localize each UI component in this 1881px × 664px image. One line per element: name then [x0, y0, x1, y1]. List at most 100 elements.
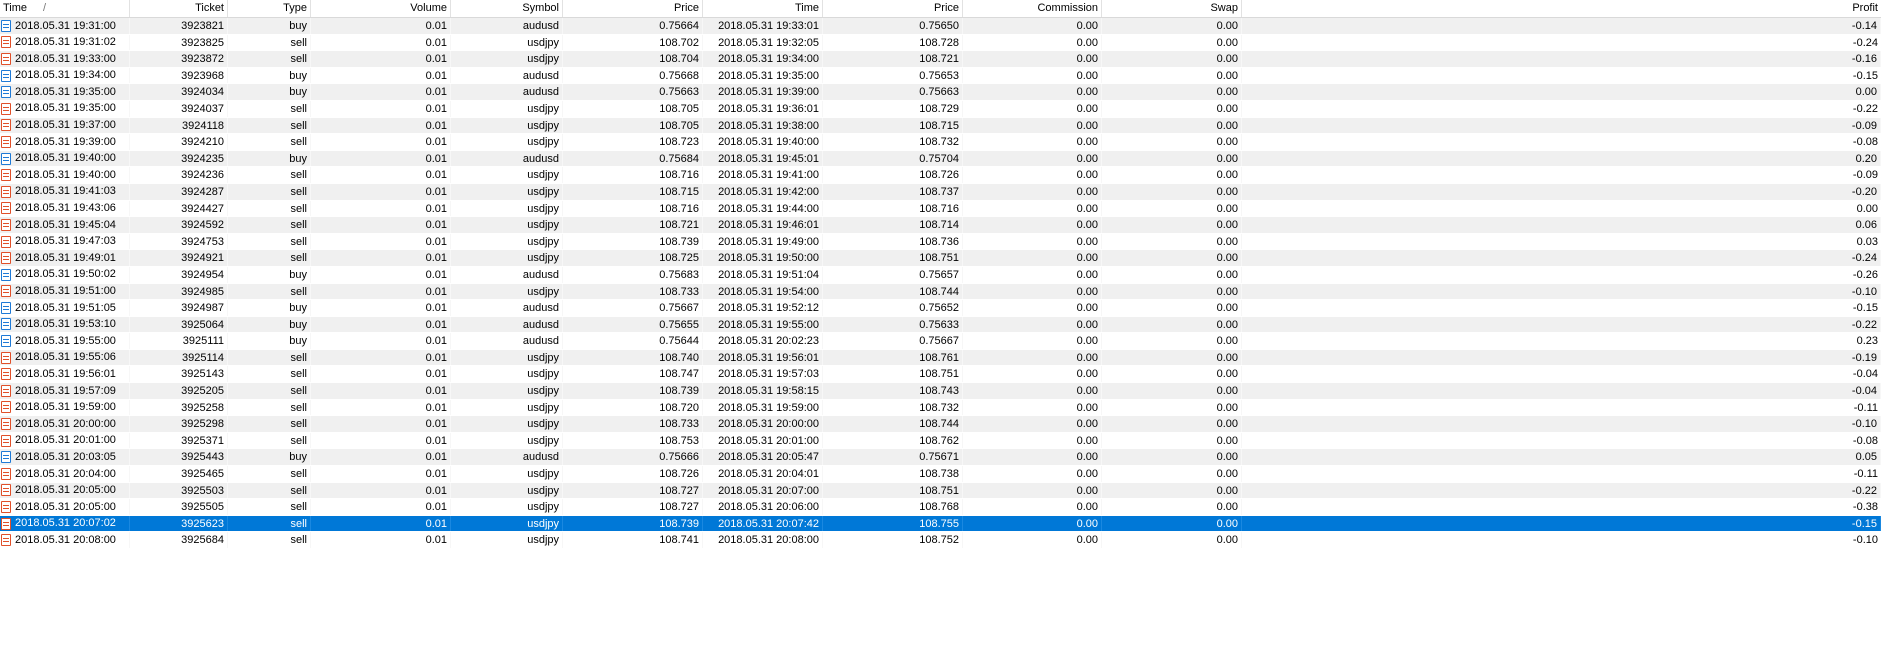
column-header-symbol[interactable]: Symbol: [451, 0, 563, 17]
volume-cell: 0.01: [311, 466, 451, 482]
commission-cell: 0.00: [963, 383, 1102, 399]
commission-cell: 0.00: [963, 150, 1102, 167]
column-header-ticket[interactable]: Ticket: [130, 0, 228, 17]
ticket-cell: 3924034: [130, 84, 228, 100]
table-row[interactable]: 2018.05.31 20:03:05 3925443 buy 0.01 audusd 0…: [0, 449, 1881, 467]
column-header-open-price[interactable]: Price: [563, 0, 703, 17]
table-row[interactable]: 2018.05.31 20:05:00 3925505 sell 0.01 usdjpy…: [0, 499, 1881, 516]
ticket-cell: 3925298: [130, 416, 228, 432]
commission-cell: 0.00: [963, 117, 1102, 134]
table-row[interactable]: 2018.05.31 19:57:09 3925205 sell 0.01 usdjpy…: [0, 383, 1881, 400]
commission-cell: 0.00: [963, 100, 1102, 117]
symbol-cell: usdjpy: [451, 515, 563, 532]
close-time-cell: 2018.05.31 19:50:00: [703, 250, 823, 266]
symbol-cell: usdjpy: [451, 482, 563, 499]
table-row[interactable]: 2018.05.31 19:43:06 3924427 sell 0.01 usdjpy…: [0, 200, 1881, 218]
volume-cell: 0.01: [311, 18, 451, 34]
volume-cell: 0.01: [311, 266, 451, 283]
close-time-cell: 2018.05.31 20:05:47: [703, 449, 823, 466]
profit-cell: -0.10: [1852, 534, 1878, 547]
table-row[interactable]: 2018.05.31 19:40:00 3924236 sell 0.01 usdjpy…: [0, 167, 1881, 184]
volume-cell: 0.01: [311, 349, 451, 366]
table-row[interactable]: 2018.05.31 19:51:00 3924985 sell 0.01 usdjpy…: [0, 283, 1881, 301]
symbol-cell: usdjpy: [451, 349, 563, 366]
swap-cell: 0.00: [1102, 200, 1242, 217]
table-row[interactable]: 2018.05.31 19:49:01 3924921 sell 0.01 usdjpy…: [0, 250, 1881, 267]
open-price-cell: 108.747: [563, 366, 703, 383]
table-row[interactable]: 2018.05.31 19:56:01 3925143 sell 0.01 usdjpy…: [0, 366, 1881, 384]
column-header-type[interactable]: Type: [228, 0, 311, 17]
swap-cell: 0.00: [1102, 34, 1242, 51]
column-header-commission[interactable]: Commission: [963, 0, 1102, 17]
ticket-cell: 3924954: [130, 266, 228, 283]
table-row[interactable]: 2018.05.31 19:41:03 3924287 sell 0.01 usdjpy…: [0, 183, 1881, 201]
volume-cell: 0.01: [311, 100, 451, 117]
open-time-text: 2018.05.31 20:05:00: [15, 500, 116, 513]
profit-cell: 0.23: [1856, 335, 1878, 348]
close-price-cell: 108.732: [823, 399, 963, 416]
close-price-cell: 108.743: [823, 383, 963, 399]
table-row[interactable]: 2018.05.31 19:34:00 3923968 buy 0.01 audusd 0…: [0, 67, 1881, 85]
table-row[interactable]: 2018.05.31 20:00:00 3925298 sell 0.01 usdjpy…: [0, 416, 1881, 433]
commission-cell: 0.00: [963, 466, 1102, 482]
volume-cell: 0.01: [311, 167, 451, 183]
close-time-cell: 2018.05.31 19:52:12: [703, 300, 823, 316]
table-row[interactable]: 2018.05.31 20:08:00 3925684 sell 0.01 usdjpy…: [0, 532, 1881, 549]
table-row[interactable]: 2018.05.31 19:37:00 3924118 sell 0.01 usdjpy…: [0, 117, 1881, 135]
table-row[interactable]: 2018.05.31 19:47:03 3924753 sell 0.01 usdjpy…: [0, 233, 1881, 251]
column-header-profit[interactable]: Profit: [1242, 0, 1881, 17]
open-price-cell: 0.75666: [563, 449, 703, 466]
commission-cell: 0.00: [963, 34, 1102, 51]
symbol-cell: usdjpy: [451, 167, 563, 183]
commission-cell: 0.00: [963, 515, 1102, 532]
table-row[interactable]: 2018.05.31 20:04:00 3925465 sell 0.01 usdjpy…: [0, 466, 1881, 483]
symbol-cell: usdjpy: [451, 532, 563, 548]
column-header-volume[interactable]: Volume: [311, 0, 451, 17]
table-row[interactable]: 2018.05.31 19:55:06 3925114 sell 0.01 usdjpy…: [0, 349, 1881, 367]
sell-order-icon: [1, 285, 11, 298]
volume-cell: 0.01: [311, 383, 451, 399]
swap-cell: 0.00: [1102, 18, 1242, 34]
sell-order-icon: [1, 218, 11, 231]
symbol-cell: usdjpy: [451, 51, 563, 67]
table-row[interactable]: 2018.05.31 19:39:00 3924210 sell 0.01 usdjpy…: [0, 134, 1881, 151]
column-header-open-time[interactable]: Time /: [0, 0, 130, 17]
table-row[interactable]: 2018.05.31 19:31:00 3923821 buy 0.01 audusd 0…: [0, 18, 1881, 35]
table-row[interactable]: 2018.05.31 19:35:00 3924034 buy 0.01 audusd 0…: [0, 84, 1881, 101]
column-header-close-price[interactable]: Price: [823, 0, 963, 17]
type-cell: sell: [228, 100, 311, 117]
type-cell: sell: [228, 134, 311, 150]
table-row[interactable]: 2018.05.31 19:51:05 3924987 buy 0.01 audusd 0…: [0, 300, 1881, 317]
volume-cell: 0.01: [311, 300, 451, 316]
open-time-text: 2018.05.31 20:04:00: [15, 467, 116, 480]
close-time-cell: 2018.05.31 19:54:00: [703, 283, 823, 300]
profit-cell: -0.24: [1242, 250, 1881, 266]
table-row[interactable]: 2018.05.31 20:07:02 3925623 sell 0.01 usdjpy…: [0, 515, 1881, 533]
table-row[interactable]: 2018.05.31 19:35:00 3924037 sell 0.01 usdjpy…: [0, 100, 1881, 118]
table-row[interactable]: 2018.05.31 20:01:00 3925371 sell 0.01 usdjpy…: [0, 432, 1881, 450]
close-price-cell: 108.751: [823, 366, 963, 383]
swap-cell: 0.00: [1102, 383, 1242, 399]
swap-cell: 0.00: [1102, 100, 1242, 117]
symbol-cell: audusd: [451, 18, 563, 34]
open-price-cell: 108.720: [563, 399, 703, 416]
commission-cell: 0.00: [963, 217, 1102, 233]
table-row[interactable]: 2018.05.31 19:55:00 3925111 buy 0.01 audusd 0…: [0, 333, 1881, 350]
swap-cell: 0.00: [1102, 432, 1242, 449]
open-time-text: 2018.05.31 20:01:00: [15, 434, 116, 447]
table-row[interactable]: 2018.05.31 19:50:02 3924954 buy 0.01 audusd 0…: [0, 266, 1881, 284]
close-time-cell: 2018.05.31 20:08:00: [703, 532, 823, 548]
column-header-swap[interactable]: Swap: [1102, 0, 1242, 17]
table-row[interactable]: 2018.05.31 19:33:00 3923872 sell 0.01 usdjpy…: [0, 51, 1881, 68]
volume-cell: 0.01: [311, 432, 451, 449]
open-time-cell: 2018.05.31 19:37:00: [0, 117, 130, 134]
open-price-cell: 108.727: [563, 482, 703, 499]
table-row[interactable]: 2018.05.31 19:40:00 3924235 buy 0.01 audusd 0…: [0, 150, 1881, 168]
table-row[interactable]: 2018.05.31 19:31:02 3923825 sell 0.01 usdjpy…: [0, 34, 1881, 52]
table-row[interactable]: 2018.05.31 19:45:04 3924592 sell 0.01 usdjpy…: [0, 217, 1881, 234]
table-row[interactable]: 2018.05.31 20:05:00 3925503 sell 0.01 usdjpy…: [0, 482, 1881, 500]
table-row[interactable]: 2018.05.31 19:59:00 3925258 sell 0.01 usdjpy…: [0, 399, 1881, 417]
column-header-close-time[interactable]: Time: [703, 0, 823, 17]
table-row[interactable]: 2018.05.31 19:53:10 3925064 buy 0.01 audusd 0…: [0, 316, 1881, 334]
open-price-cell: 0.75684: [563, 150, 703, 167]
